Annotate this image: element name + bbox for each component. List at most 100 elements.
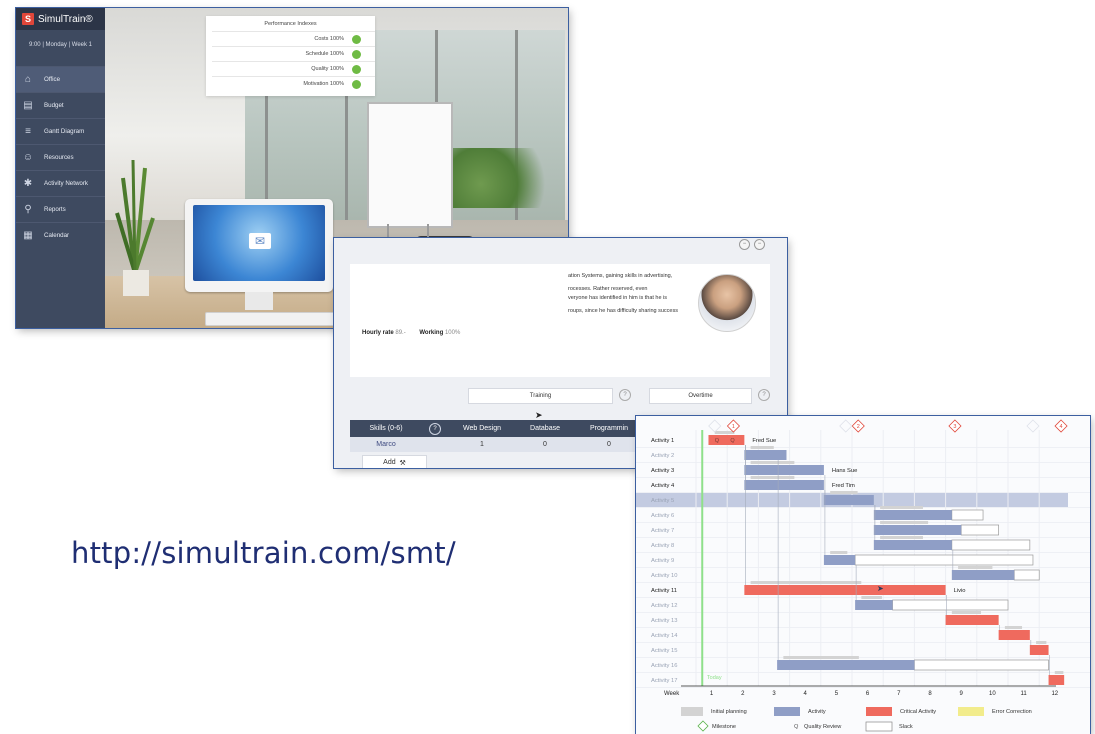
- activity-label: Activity 6: [651, 513, 674, 519]
- quality-review-icon: Q: [730, 438, 735, 444]
- week-tick-label: 10: [989, 691, 996, 697]
- sidebar-item-resources[interactable]: ☺ Resources: [16, 144, 105, 170]
- hourly-rate-value: 89.-: [395, 330, 406, 336]
- activity-bar: [873, 510, 952, 520]
- today-label: Today: [707, 675, 722, 681]
- calendar-icon: ▦: [23, 230, 33, 241]
- planning-bar: [750, 476, 795, 479]
- bio-line: veryone has identified in him is that he…: [568, 295, 668, 301]
- add-skill-button[interactable]: Add ⚒: [362, 455, 427, 468]
- performance-label: Schedule 100%: [305, 51, 344, 57]
- week-tick-label: 7: [897, 691, 901, 697]
- activity-label: Activity 13: [651, 618, 677, 624]
- performance-indexes-panel: Performance Indexes Costs 100% Schedule 1…: [206, 16, 375, 96]
- url-caption[interactable]: http://simultrain.com/smt/: [71, 536, 456, 570]
- activity-bar: [823, 495, 874, 505]
- activity-bar: [744, 450, 787, 460]
- skills-header: Skills (0-6): [369, 425, 403, 432]
- activity-label: Activity 12: [651, 603, 677, 609]
- activity-label: Activity 10: [651, 573, 677, 579]
- minimize-button[interactable]: −: [739, 239, 750, 250]
- legend-swatch: [774, 707, 800, 716]
- activity-label: Activity 17: [651, 678, 677, 684]
- week-tick-label: 5: [835, 691, 839, 697]
- resource-label: Fred Sue: [752, 438, 776, 444]
- computer-monitor[interactable]: ✉: [185, 199, 333, 292]
- skills-row[interactable]: Marco 1 0 0: [350, 437, 650, 452]
- skill-database: Database: [530, 425, 560, 432]
- sidebar-item-calendar[interactable]: ▦ Calendar: [16, 222, 105, 248]
- skill-value: 0: [543, 441, 547, 448]
- planning-bar: [880, 506, 923, 509]
- skill-value: 1: [480, 441, 484, 448]
- sidebar-item-label: Office: [44, 76, 61, 83]
- add-label: Add: [383, 459, 396, 466]
- sidebar-item-gantt-diagram[interactable]: ≡ Gantt Diagram: [16, 118, 105, 144]
- resource-name[interactable]: Marco: [350, 441, 422, 448]
- slack-bar: [892, 599, 1009, 611]
- legend-swatch: [865, 721, 893, 732]
- planning-bar: [714, 431, 735, 434]
- activity-label: Activity 15: [651, 648, 677, 654]
- slack-bar: [1013, 569, 1040, 581]
- milestone-number: 1: [732, 424, 735, 430]
- planning-bar: [861, 596, 882, 599]
- monitor-screen[interactable]: ✉: [193, 205, 325, 281]
- skills-help-icon[interactable]: ?: [422, 422, 448, 435]
- activity-label: Activity 5: [651, 498, 674, 504]
- week-tick-label: 6: [866, 691, 870, 697]
- quality-review-icon: Q: [715, 438, 720, 444]
- sidebar-item-label: Calendar: [44, 232, 70, 239]
- performance-label: Motivation 100%: [303, 81, 344, 87]
- rate-line: Hourly rate 89.- Working 100%: [362, 330, 472, 336]
- sidebar-item-activity-network[interactable]: ✱ Activity Network: [16, 170, 105, 196]
- critical-bar: [945, 615, 999, 625]
- training-help-icon[interactable]: ?: [619, 389, 631, 401]
- resource-label: Livio: [954, 588, 966, 594]
- activity-label: Activity 4: [651, 483, 675, 489]
- slack-bar: [854, 554, 1034, 566]
- week-tick-label: 11: [1020, 691, 1027, 697]
- plant-pot: [123, 270, 149, 296]
- training-button[interactable]: Training: [468, 388, 613, 404]
- mail-icon[interactable]: ✉: [249, 233, 271, 249]
- activity-bar: [951, 570, 1015, 580]
- activity-bar: [777, 660, 915, 670]
- outdoor-greenery: [445, 148, 565, 208]
- milestone-ghost-icon: [708, 419, 722, 433]
- whiteboard[interactable]: [367, 102, 453, 228]
- activity-label: Activity 11: [651, 588, 677, 594]
- sidebar-item-office[interactable]: ⌂ Office: [16, 66, 105, 92]
- planning-bar: [750, 461, 795, 464]
- collapse-button[interactable]: −: [754, 239, 765, 250]
- planning-bar: [1036, 641, 1047, 644]
- game-clock: 9:00 | Monday | Week 1: [28, 42, 93, 48]
- performance-label: Quality 100%: [311, 66, 344, 72]
- performance-row: Quality 100%: [212, 61, 375, 76]
- planning-bar: [958, 566, 993, 569]
- hammer-icon: ⚒: [399, 459, 406, 467]
- week-tick-label: 1: [710, 691, 714, 697]
- activity-label: Activity 3: [651, 468, 674, 474]
- avatar: [698, 274, 756, 332]
- overtime-help-icon[interactable]: ?: [758, 389, 770, 401]
- overtime-button[interactable]: Overtime: [649, 388, 752, 404]
- sidebar-item-budget[interactable]: ▤ Budget: [16, 92, 105, 118]
- sidebar-item-reports[interactable]: ⚲ Reports: [16, 196, 105, 222]
- legend-label: Quality Review: [804, 724, 842, 730]
- sidebar-item-label: Budget: [44, 102, 64, 109]
- status-dot-icon: [352, 64, 361, 74]
- slack-bar: [960, 524, 999, 536]
- week-tick-label: 2: [741, 691, 745, 697]
- legend-label: Error Correction: [992, 709, 1032, 715]
- gantt-chart[interactable]: Today Activity 1 Activity 2 Activity 3 Activ…: [636, 416, 1090, 734]
- legend-swatch: [958, 707, 984, 716]
- brand: S SimulTrain®: [16, 8, 105, 30]
- activity-bar: [855, 600, 893, 610]
- people-icon: ☺: [22, 152, 34, 163]
- activity-label: Activity 1: [651, 438, 674, 444]
- monitor-stand: [245, 292, 273, 310]
- window-controls: − −: [739, 239, 765, 250]
- activity-label: Activity 16: [651, 663, 677, 669]
- status-dot-icon: [352, 34, 361, 44]
